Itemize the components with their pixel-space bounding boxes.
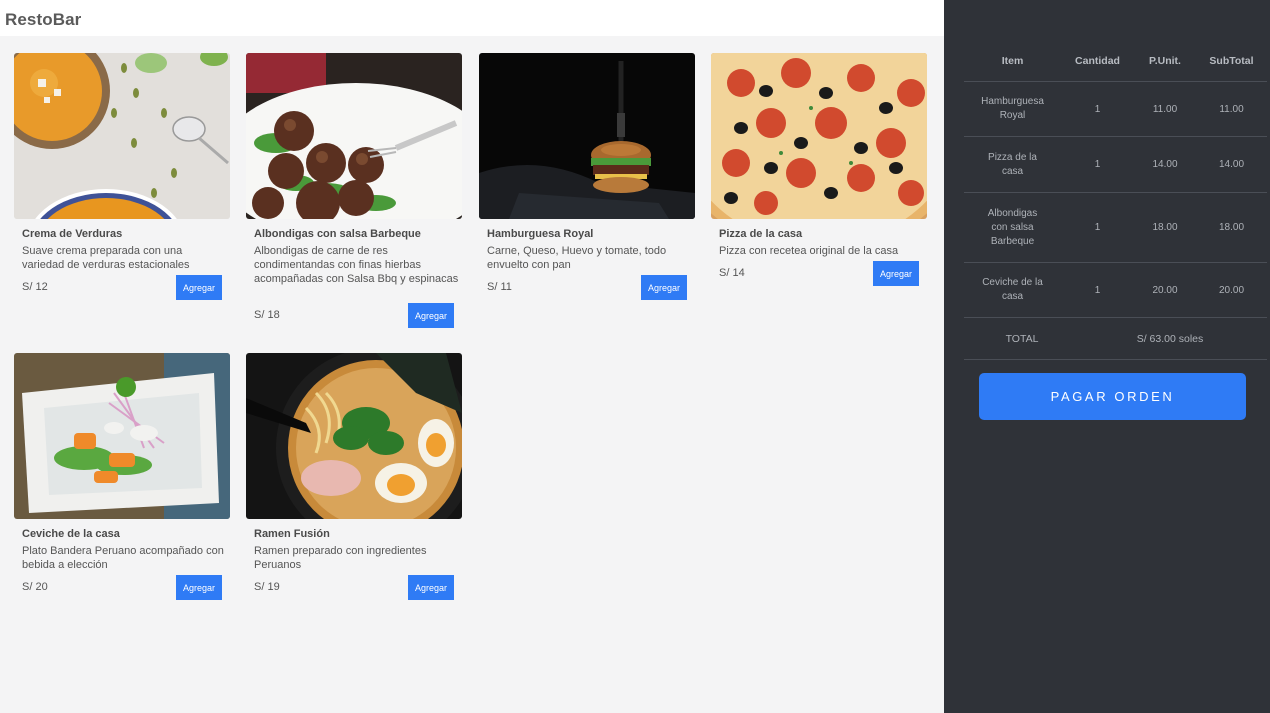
card-title: Hamburguesa Royal [487, 228, 594, 240]
menu-card: Albondigas con salsa Barbeque Albondigas… [246, 53, 462, 333]
order-qty: 1 [1094, 103, 1101, 115]
order-subtotal: 11.00 [1219, 103, 1244, 115]
card-description: Pizza con recetea original de la casa [719, 245, 899, 257]
ceviche-photo [14, 353, 230, 519]
card-price: S/ 14 [719, 267, 745, 279]
order-row: Pizza de la casa 1 14.00 14.00 [964, 137, 1267, 193]
order-qty: 1 [1094, 222, 1101, 233]
add-button[interactable]: Agregar [873, 261, 919, 286]
menu-card: Ceviche de la casa Plato Bandera Peruano… [14, 353, 230, 603]
order-subtotal: 18.00 [1218, 222, 1245, 233]
pizza-photo [711, 53, 927, 219]
pay-order-button[interactable]: PAGAR ORDEN [979, 373, 1246, 420]
order-unit: 14.00 [1152, 159, 1178, 170]
order-qty: 1 [1094, 284, 1101, 296]
order-unit: 11.00 [1152, 103, 1178, 115]
ramen-photo [246, 353, 462, 519]
order-item: Ceviche de la casa [982, 277, 1043, 302]
col-item: Item [1001, 55, 1024, 67]
card-description: Suave crema preparada con una variedad d… [22, 245, 190, 271]
order-table: Item Cantidad P.Unit. SubTotal Hamburgue… [964, 41, 1267, 360]
order-unit: 18.00 [1152, 222, 1178, 233]
order-item: Pizza de la casa [988, 151, 1037, 177]
order-unit: 20.00 [1152, 284, 1178, 296]
menu-card: Crema de Verduras Suave crema preparada … [14, 53, 230, 303]
menu-card: Ramen Fusión Ramen preparado con ingredi… [246, 353, 462, 603]
add-button[interactable]: Agregar [176, 275, 222, 300]
col-qty: Cantidad [1075, 55, 1120, 67]
total-label: TOTAL [1005, 332, 1039, 345]
menu-card: Hamburguesa Royal Carne, Queso, Huevo y … [479, 53, 695, 303]
burger-photo [479, 53, 695, 219]
card-title: Ceviche de la casa [22, 528, 120, 540]
add-button[interactable]: Agregar [408, 303, 454, 328]
order-table-header: Item Cantidad P.Unit. SubTotal [964, 41, 1267, 82]
brand-logo[interactable]: RestoBar [5, 10, 81, 30]
menu-card: Pizza de la casa Pizza con recetea origi… [711, 53, 927, 293]
card-description: Albondigas de carne de res condimentanda… [254, 245, 459, 285]
card-title: Pizza de la casa [719, 228, 803, 240]
col-subtotal: SubTotal [1209, 55, 1254, 67]
card-description: Ramen preparado con ingredientes Peruano… [254, 545, 427, 571]
card-title: Albondigas con salsa Barbeque [254, 228, 421, 240]
meatballs-photo [246, 53, 462, 219]
card-description: Plato Bandera Peruano acompañado con beb… [22, 545, 224, 571]
card-description: Carne, Queso, Huevo y tomate, todo envue… [487, 245, 667, 271]
order-item: Hamburguesa Royal [981, 96, 1044, 121]
card-title: Ramen Fusión [254, 528, 330, 540]
add-button[interactable]: Agregar [176, 575, 222, 600]
add-button[interactable]: Agregar [408, 575, 454, 600]
top-bar: RestoBar [0, 0, 944, 36]
card-price: S/ 18 [254, 309, 280, 321]
menu-area: RestoBar Crema de Verduras Suave crema p… [0, 0, 944, 713]
order-subtotal: 20.00 [1218, 284, 1245, 296]
card-price: S/ 19 [254, 581, 280, 593]
order-subtotal: 14.00 [1218, 159, 1245, 170]
add-button[interactable]: Agregar [641, 275, 687, 300]
order-row: Albondigas con salsa Barbeque 1 18.00 18… [964, 193, 1267, 263]
card-price: S/ 12 [22, 281, 48, 293]
order-sidebar: Item Cantidad P.Unit. SubTotal Hamburgue… [944, 0, 1270, 713]
col-unit: P.Unit. [1149, 55, 1181, 67]
card-price: S/ 11 [487, 281, 512, 293]
soup-photo [14, 53, 230, 219]
total-value: S/ 63.00 soles [1136, 332, 1204, 345]
card-title: Crema de Verduras [22, 228, 123, 240]
order-row: Hamburguesa Royal 1 11.00 11.00 [964, 82, 1267, 137]
order-row: Ceviche de la casa 1 20.00 20.00 [964, 263, 1267, 318]
order-item: Albondigas con salsa Barbeque [987, 207, 1038, 247]
card-price: S/ 20 [22, 581, 48, 593]
order-qty: 1 [1094, 159, 1101, 170]
order-total-row: TOTAL S/ 63.00 soles [964, 318, 1267, 360]
